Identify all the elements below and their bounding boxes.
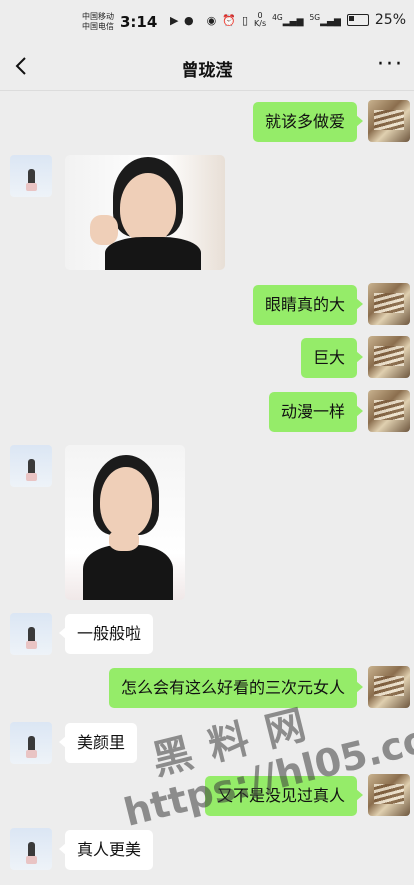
message-bubble-sent[interactable]: 动漫一样 (268, 392, 364, 432)
my-avatar[interactable] (368, 283, 410, 325)
photo-message[interactable] (65, 155, 225, 270)
signal-icon-2: 5G▂▄▆ (309, 13, 341, 27)
carrier-1: 中国移动 (82, 12, 114, 21)
my-avatar[interactable] (368, 774, 410, 816)
my-avatar[interactable] (368, 666, 410, 708)
signal-icon-1: 4G▂▄▆ (272, 13, 304, 27)
chat-title: 曾珑滢 (181, 61, 233, 81)
battery-icon (346, 14, 369, 26)
message-bubble-sent[interactable]: 就该多做爱 (252, 102, 364, 142)
chat-header: 曾珑滢 ··· (0, 46, 414, 91)
contact-avatar[interactable] (10, 445, 52, 487)
status-bar: 中国移动 中国电信 3:14 ▶ ● ◉ ⏰ ▯ 0 K/s 4G▂▄▆ 5G▂… (0, 0, 414, 46)
alarm-icon: ⏰ (222, 13, 236, 27)
carrier-labels: 中国移动 中国电信 (82, 12, 114, 32)
video-icon: ▶ (170, 14, 180, 27)
sim2-label: 5G (309, 13, 321, 22)
carrier-2: 中国电信 (82, 22, 114, 31)
message-bubble-received[interactable]: 美颜里 (58, 723, 138, 763)
message-bubble-sent[interactable]: 又不是没见过真人 (204, 776, 364, 816)
my-avatar[interactable] (368, 100, 410, 142)
status-time: 3:14 (120, 13, 158, 31)
contact-avatar[interactable] (10, 613, 52, 655)
contact-avatar[interactable] (10, 828, 52, 870)
eye-icon: ◉ (206, 13, 217, 27)
net-speed-unit: K/s (254, 19, 267, 28)
my-avatar[interactable] (368, 336, 410, 378)
notification-badge-icon: ● (183, 14, 195, 27)
message-bubble-received[interactable]: 真人更美 (58, 830, 154, 870)
sim1-label: 4G (272, 13, 283, 22)
contact-avatar[interactable] (10, 722, 52, 764)
message-bubble-sent[interactable]: 怎么会有这么好看的三次元女人 (108, 668, 364, 708)
photo-message[interactable] (65, 445, 185, 600)
message-bubble-sent[interactable]: 巨大 (300, 338, 364, 378)
net-speed: 0 K/s (254, 12, 266, 28)
vibrate-icon: ▯ (241, 13, 249, 27)
status-right: ◉ ⏰ ▯ 0 K/s 4G▂▄▆ 5G▂▄▆ 25% (206, 12, 406, 29)
notification-icons: ▶ ● (170, 14, 195, 27)
message-bubble-sent[interactable]: 眼睛真的大 (252, 285, 364, 325)
message-bubble-received[interactable]: 一般般啦 (58, 614, 154, 654)
my-avatar[interactable] (368, 390, 410, 432)
more-options-icon[interactable]: ··· (377, 52, 404, 77)
contact-avatar[interactable] (10, 155, 52, 197)
battery-percent: 25% (374, 12, 406, 28)
